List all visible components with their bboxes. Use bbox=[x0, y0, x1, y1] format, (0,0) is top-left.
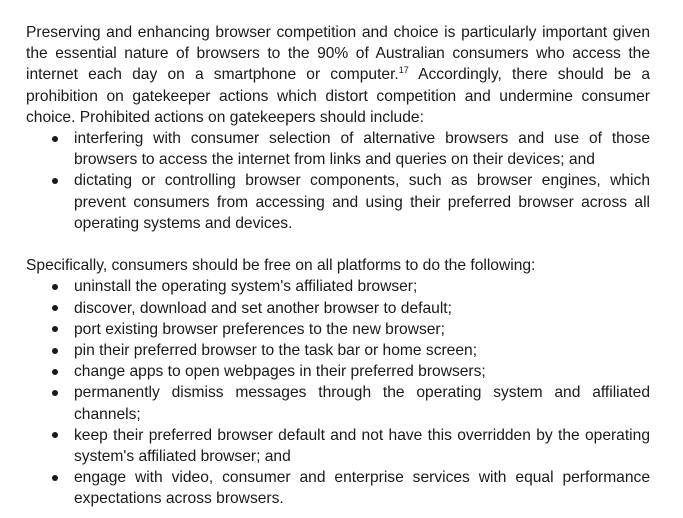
list-item-text: port existing browser preferences to the… bbox=[74, 320, 445, 338]
list-item-text: engage with video, consumer and enterpri… bbox=[74, 469, 650, 508]
list-item: uninstall the operating system's affilia… bbox=[52, 276, 650, 297]
list-item: keep their preferred browser default and… bbox=[52, 425, 650, 467]
list-item: pin their preferred browser to the task … bbox=[52, 340, 650, 361]
bullet-icon bbox=[52, 368, 58, 375]
list-item-text: dictating or controlling browser compone… bbox=[74, 172, 650, 232]
consumer-freedoms-intro: Specifically, consumers should be free o… bbox=[26, 257, 536, 275]
list-item-text: uninstall the operating system's affilia… bbox=[74, 278, 418, 296]
bullet-icon bbox=[52, 474, 58, 481]
footnote-reference[interactable]: 17 bbox=[399, 65, 409, 75]
list-item-text: discover, download and set another brows… bbox=[74, 299, 452, 317]
list-item: permanently dismiss messages through the… bbox=[52, 382, 650, 424]
list-item: interfering with consumer selection of a… bbox=[52, 128, 650, 170]
list-item: dictating or controlling browser compone… bbox=[52, 170, 650, 234]
list-item-text: keep their preferred browser default and… bbox=[74, 426, 650, 466]
list-item-text: permanently dismiss messages through the… bbox=[74, 384, 650, 423]
prohibited-actions-list: interfering with consumer selection of a… bbox=[26, 128, 650, 234]
list-item: port existing browser preferences to the… bbox=[52, 319, 650, 340]
bullet-icon bbox=[52, 347, 58, 354]
bullet-icon bbox=[52, 135, 58, 142]
list-item: engage with video, consumer and enterpri… bbox=[52, 467, 650, 509]
consumer-freedoms-list: uninstall the operating system's affilia… bbox=[26, 276, 650, 509]
list-item: discover, download and set another brows… bbox=[52, 298, 650, 319]
bullet-icon bbox=[52, 389, 58, 396]
bullet-icon bbox=[52, 305, 58, 312]
bullet-icon bbox=[52, 283, 58, 290]
bullet-icon bbox=[52, 432, 58, 439]
bullet-icon bbox=[52, 326, 58, 333]
intro-paragraph: Preserving and enhancing browser competi… bbox=[26, 22, 650, 128]
bullet-icon bbox=[52, 177, 58, 184]
list-item-text: change apps to open webpages in their pr… bbox=[74, 363, 486, 381]
list-item-text: interfering with consumer selection of a… bbox=[74, 130, 650, 169]
list-item: change apps to open webpages in their pr… bbox=[52, 361, 650, 382]
document-body: Preserving and enhancing browser competi… bbox=[26, 22, 650, 510]
list-item-text: pin their preferred browser to the task … bbox=[74, 342, 478, 360]
